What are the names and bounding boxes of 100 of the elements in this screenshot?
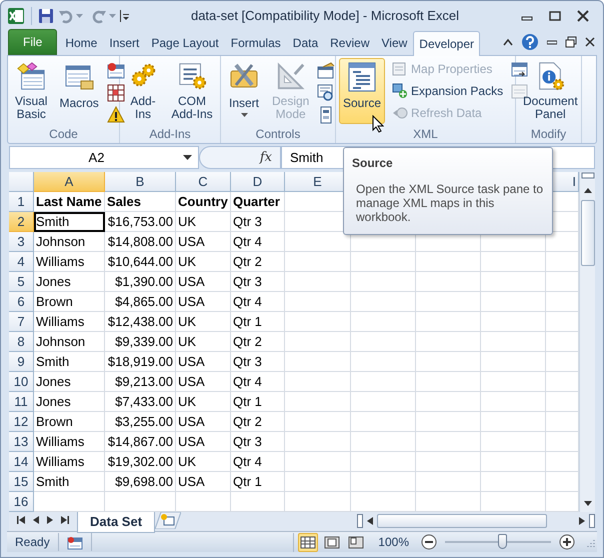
row-header[interactable]: 8: [9, 332, 34, 352]
close-icon[interactable]: [577, 10, 589, 22]
table-cell[interactable]: [481, 252, 546, 272]
table-cell[interactable]: [481, 312, 546, 332]
table-cell[interactable]: Qtr 4: [231, 292, 285, 312]
table-cell[interactable]: [351, 392, 416, 412]
insert-function-button[interactable]: fx: [260, 148, 272, 168]
table-cell[interactable]: USA: [176, 232, 231, 252]
table-cell[interactable]: Qtr 2: [231, 252, 285, 272]
table-cell[interactable]: USA: [176, 472, 231, 492]
table-cell[interactable]: USA: [176, 412, 231, 432]
table-cell[interactable]: [285, 312, 351, 332]
redo-icon[interactable]: [91, 8, 107, 24]
table-cell[interactable]: Qtr 2: [231, 412, 285, 432]
table-cell[interactable]: Brown: [34, 292, 105, 312]
row-header[interactable]: 7: [9, 312, 34, 332]
grid-icon[interactable]: [106, 84, 125, 102]
table-cell[interactable]: [481, 472, 546, 492]
table-cell[interactable]: Jones: [34, 392, 105, 412]
table-cell[interactable]: Qtr 4: [231, 372, 285, 392]
table-cell[interactable]: [285, 272, 351, 292]
table-cell[interactable]: [285, 332, 351, 352]
table-cell[interactable]: UK: [176, 212, 231, 232]
scroll-up-icon[interactable]: [582, 186, 592, 194]
table-cell[interactable]: [416, 432, 481, 452]
row-header[interactable]: 2: [9, 212, 34, 232]
row-header[interactable]: 3: [9, 232, 34, 252]
table-cell[interactable]: [481, 292, 546, 312]
table-cell[interactable]: [351, 292, 416, 312]
column-header[interactable]: A: [34, 172, 105, 192]
table-cell[interactable]: [351, 472, 416, 492]
table-cell[interactable]: Country: [176, 192, 231, 212]
table-cell[interactable]: [481, 412, 546, 432]
table-cell[interactable]: Jones: [34, 372, 105, 392]
last-sheet-icon[interactable]: [61, 516, 69, 524]
table-cell[interactable]: $9,339.00: [105, 332, 176, 352]
table-cell[interactable]: $9,698.00: [105, 472, 176, 492]
collapse-ribbon-icon[interactable]: [503, 38, 513, 46]
ribbon-tab[interactable]: Home: [59, 30, 104, 55]
table-cell[interactable]: Sales: [105, 192, 176, 212]
row-header[interactable]: 5: [9, 272, 34, 292]
excel-logo-icon[interactable]: [7, 7, 25, 25]
table-cell[interactable]: [351, 372, 416, 392]
table-cell[interactable]: $1,390.00: [105, 272, 176, 292]
ribbon-button[interactable]: Visual Basic: [11, 58, 52, 124]
restore-icon[interactable]: [565, 36, 577, 48]
table-cell[interactable]: [416, 412, 481, 432]
table-cell[interactable]: [285, 252, 351, 272]
table-cell[interactable]: Qtr 4: [231, 452, 285, 472]
table-cell[interactable]: Last Name: [34, 192, 105, 212]
ribbon-button[interactable]: COM Add-Ins: [167, 58, 217, 124]
table-cell[interactable]: Qtr 4: [231, 232, 285, 252]
caret-icon[interactable]: [76, 14, 83, 18]
table-cell[interactable]: $18,919.00: [105, 352, 176, 372]
row-header[interactable]: 9: [9, 352, 34, 372]
table-cell[interactable]: [416, 372, 481, 392]
column-header[interactable]: D: [231, 172, 285, 192]
table-cell[interactable]: [285, 472, 351, 492]
table-cell[interactable]: Smith: [34, 352, 105, 372]
table-cell[interactable]: USA: [176, 372, 231, 392]
table-cell[interactable]: [481, 272, 546, 292]
properties-icon[interactable]: [317, 62, 336, 80]
table-cell[interactable]: Qtr 3: [231, 352, 285, 372]
table-cell[interactable]: $10,644.00: [105, 252, 176, 272]
table-cell[interactable]: [481, 392, 546, 412]
table-cell[interactable]: USA: [176, 352, 231, 372]
name-box[interactable]: A2: [9, 146, 199, 169]
table-cell[interactable]: USA: [176, 272, 231, 292]
table-cell[interactable]: $7,433.00: [105, 392, 176, 412]
table-cell[interactable]: Smith: [34, 472, 105, 492]
table-cell[interactable]: Qtr 3: [231, 212, 285, 232]
table-cell[interactable]: [351, 252, 416, 272]
split-box-icon[interactable]: [589, 514, 595, 528]
scroll-right-icon[interactable]: [579, 516, 585, 524]
table-cell[interactable]: [285, 392, 351, 412]
select-all-button[interactable]: [9, 172, 34, 192]
table-cell[interactable]: [285, 352, 351, 372]
table-cell[interactable]: $9,213.00: [105, 372, 176, 392]
scroll-left-icon[interactable]: [367, 516, 373, 524]
table-cell[interactable]: Qtr 1: [231, 392, 285, 412]
table-cell[interactable]: [351, 412, 416, 432]
table-cell[interactable]: Williams: [34, 452, 105, 472]
table-cell[interactable]: [351, 352, 416, 372]
row-header[interactable]: 14: [9, 452, 34, 472]
table-cell[interactable]: UK: [176, 312, 231, 332]
table-cell[interactable]: $19,302.00: [105, 452, 176, 472]
table-cell[interactable]: [416, 392, 481, 412]
row-header[interactable]: 1: [9, 192, 34, 212]
table-cell[interactable]: Qtr 3: [231, 272, 285, 292]
table-cell[interactable]: UK: [176, 392, 231, 412]
zoom-in-icon[interactable]: [559, 534, 575, 550]
table-cell[interactable]: USA: [176, 292, 231, 312]
table-cell[interactable]: Johnson: [34, 232, 105, 252]
row-header[interactable]: 16: [9, 492, 34, 512]
table-record-icon[interactable]: [106, 62, 125, 80]
table-cell[interactable]: [416, 272, 481, 292]
table-cell[interactable]: [285, 412, 351, 432]
table-cell[interactable]: [481, 332, 546, 352]
table-cell[interactable]: [416, 312, 481, 332]
table-cell[interactable]: UK: [176, 452, 231, 472]
